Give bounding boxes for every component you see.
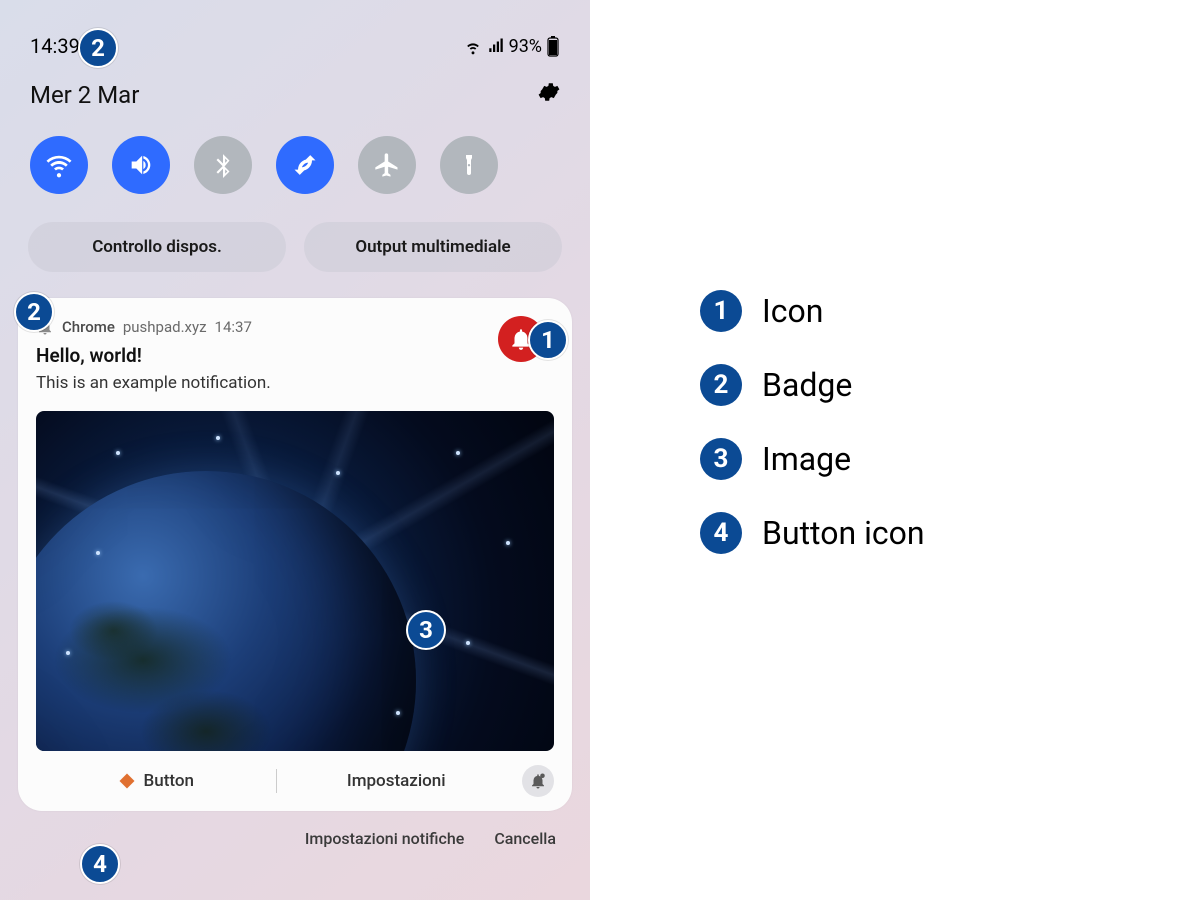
notification-snooze-icon[interactable] bbox=[522, 765, 554, 797]
legend-label: Badge bbox=[762, 366, 852, 404]
signal-icon bbox=[487, 37, 505, 55]
notification-title: Hello, world! bbox=[36, 344, 554, 367]
notification-time: 14:37 bbox=[215, 318, 252, 336]
legend-number: 4 bbox=[700, 512, 742, 554]
notification-domain: pushpad.xyz bbox=[123, 318, 207, 336]
legend-label: Button icon bbox=[762, 514, 925, 552]
notification-settings-action[interactable]: Impostazioni bbox=[277, 765, 517, 797]
legend-label: Image bbox=[762, 440, 851, 478]
rotate-toggle[interactable] bbox=[276, 136, 334, 194]
legend-number: 3 bbox=[700, 438, 742, 480]
sound-toggle[interactable] bbox=[112, 136, 170, 194]
clear-notifications-link[interactable]: Cancella bbox=[494, 829, 556, 848]
legend-label: Icon bbox=[762, 292, 823, 330]
annotation-badge-3: 3 bbox=[406, 610, 446, 650]
annotation-badge-1: 1 bbox=[528, 320, 568, 360]
settings-gear-icon[interactable] bbox=[536, 80, 560, 110]
status-time: 14:39 bbox=[30, 34, 80, 58]
date-label: Mer 2 Mar bbox=[30, 81, 139, 109]
battery-percent: 93% bbox=[509, 36, 542, 57]
quick-toggles bbox=[0, 110, 590, 194]
flashlight-toggle[interactable] bbox=[440, 136, 498, 194]
notification-image bbox=[36, 411, 554, 751]
annotation-badge-2b: 2 bbox=[14, 292, 54, 332]
diamond-icon bbox=[118, 772, 136, 790]
legend-number: 1 bbox=[700, 290, 742, 332]
wifi-small-icon bbox=[463, 36, 483, 56]
airplane-toggle[interactable] bbox=[358, 136, 416, 194]
annotation-badge-4: 4 bbox=[80, 844, 120, 884]
notification-body: This is an example notification. bbox=[36, 373, 554, 393]
legend-number: 2 bbox=[700, 364, 742, 406]
notification-app: Chrome bbox=[62, 318, 115, 336]
legend: 1 Icon 2 Badge 3 Image 4 Button icon bbox=[590, 0, 1200, 900]
bluetooth-toggle[interactable] bbox=[194, 136, 252, 194]
device-control-button[interactable]: Controllo dispos. bbox=[28, 222, 286, 272]
notification-action-button[interactable]: Button bbox=[36, 765, 276, 797]
notification-card[interactable]: Chrome pushpad.xyz 14:37 Hello, world! T… bbox=[18, 298, 572, 811]
battery-icon bbox=[546, 35, 560, 57]
annotation-badge-2a: 2 bbox=[78, 28, 118, 68]
notification-settings-link[interactable]: Impostazioni notifiche bbox=[305, 829, 464, 848]
wifi-toggle[interactable] bbox=[30, 136, 88, 194]
notification-action-label: Button bbox=[144, 771, 194, 791]
media-output-button[interactable]: Output multimediale bbox=[304, 222, 562, 272]
